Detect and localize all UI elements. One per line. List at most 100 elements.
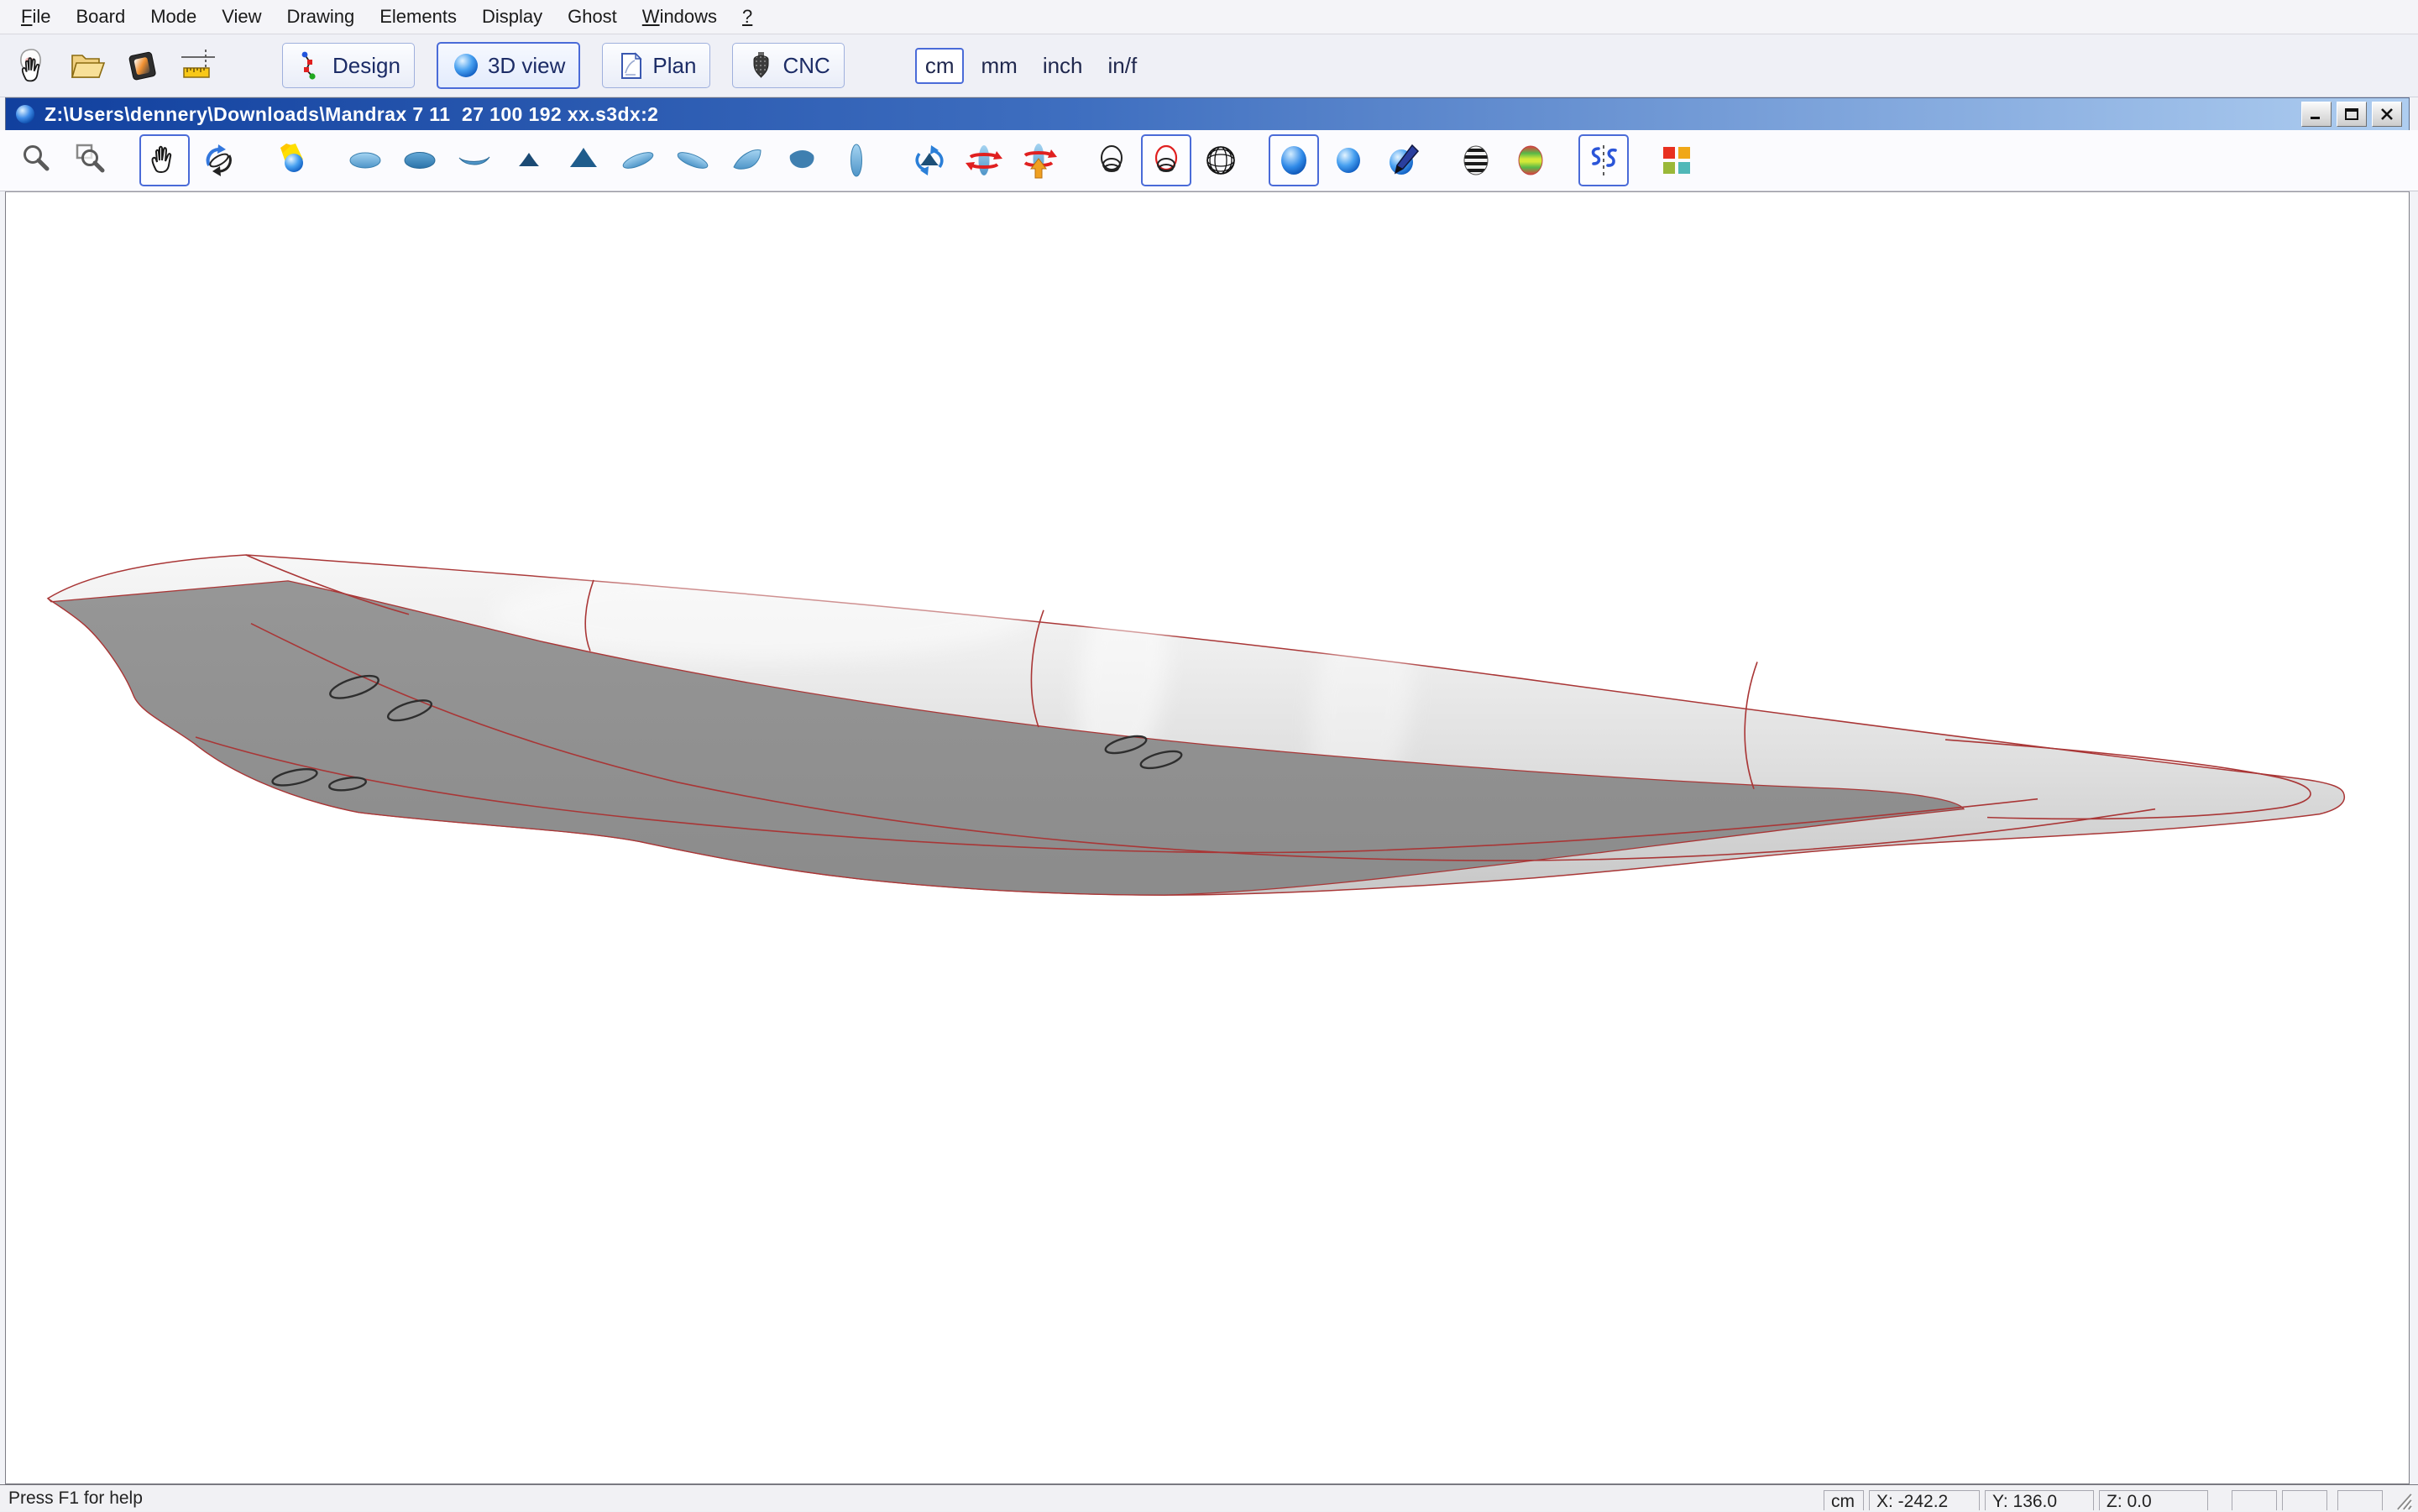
render-plain-icon <box>1330 142 1367 179</box>
view-perspective-left-icon <box>620 142 657 179</box>
mode-button-design[interactable]: Design <box>282 43 415 88</box>
mode-button-cnc[interactable]: CNC <box>732 43 845 88</box>
menu-item-mode[interactable]: Mode <box>138 3 209 31</box>
rotate-vertical-button[interactable] <box>904 134 955 186</box>
unit-selector-group: cm mm inch in/f <box>914 47 1146 84</box>
view-tail-small-icon <box>510 142 547 179</box>
rotate-longitudinal-button[interactable] <box>959 134 1009 186</box>
menu-item-elements[interactable]: Elements <box>367 3 469 31</box>
status-z-coordinate: Z: 0.0 <box>2099 1490 2208 1511</box>
render-texture-pencil-icon <box>1384 142 1421 179</box>
rotate-vertical-icon <box>911 142 948 179</box>
window-controls <box>2301 102 2402 127</box>
render-curvature-rainbow-icon <box>1512 142 1549 179</box>
flex-symmetry-button[interactable] <box>1578 134 1629 186</box>
open-folder-icon[interactable] <box>65 44 109 87</box>
view-bottom-icon <box>401 142 438 179</box>
color-squares-button[interactable] <box>1651 134 1702 186</box>
wireframe-slices-button[interactable] <box>1086 134 1137 186</box>
view-bottom-button[interactable] <box>395 134 445 186</box>
mode-button-label: 3D view <box>487 52 566 78</box>
view-rail-button[interactable] <box>449 134 500 186</box>
document-title: Z:\Users\dennery\Downloads\Mandrax 7 11 … <box>44 102 659 125</box>
unit-option-in-f[interactable]: in/f <box>1100 48 1146 84</box>
view-perspective-left-button[interactable] <box>613 134 663 186</box>
menu-item-file[interactable]: File <box>8 3 63 31</box>
minimize-icon <box>2311 117 2320 119</box>
unit-label: mm <box>981 52 1018 78</box>
view-nose-left-icon <box>729 142 766 179</box>
measurements-guidelines-icon[interactable] <box>176 44 220 87</box>
view-plan-vertical-button[interactable] <box>831 134 882 186</box>
menu-item-windows[interactable]: Windows <box>630 3 730 31</box>
view-nose-right-button[interactable] <box>777 134 827 186</box>
document-title-bar[interactable]: Z:\Users\dennery\Downloads\Mandrax 7 11 … <box>5 97 2410 130</box>
save-board-icon[interactable] <box>121 44 165 87</box>
unit-option-cm[interactable]: cm <box>914 47 965 84</box>
main-toolbar: Design 3D view Plan CNC cm mm inch in/f <box>0 34 2418 97</box>
render-texture-pencil-button[interactable] <box>1378 134 1428 186</box>
rotate-longitudinal-icon <box>966 142 1002 179</box>
zoom-window-button[interactable] <box>66 134 117 186</box>
shape3d-application-window: File Board Mode View Drawing Elements Display G… <box>0 0 2418 1511</box>
unit-option-inch[interactable]: inch <box>1034 48 1091 84</box>
view-toolbar <box>0 130 2418 191</box>
minimize-button[interactable] <box>2301 102 2332 127</box>
wireframe-slices-icon <box>1093 142 1130 179</box>
lighting-button[interactable] <box>267 134 317 186</box>
color-squares-icon <box>1658 142 1695 179</box>
menu-item-view[interactable]: View <box>209 3 274 31</box>
wireframe-slices-red-icon <box>1148 142 1185 179</box>
status-x-coordinate: X: -242.2 <box>1869 1490 1980 1511</box>
3d-viewport[interactable] <box>5 191 2410 1484</box>
zoom-button[interactable] <box>12 134 62 186</box>
status-unit: cm <box>1824 1490 1864 1511</box>
render-zebra-button[interactable] <box>1451 134 1501 186</box>
unit-label: cm <box>924 52 955 78</box>
mode-button-label: Plan <box>652 52 697 78</box>
render-shaded-icon <box>1275 142 1312 179</box>
maximize-button[interactable] <box>2337 102 2367 127</box>
mode-button-3d-view[interactable]: 3D view <box>436 42 581 89</box>
render-curvature-rainbow-button[interactable] <box>1505 134 1556 186</box>
render-plain-button[interactable] <box>1323 134 1374 186</box>
view-tail-small-button[interactable] <box>504 134 554 186</box>
cnc-bit-icon <box>746 51 775 80</box>
rotate-longitudinal-up-icon <box>1020 142 1057 179</box>
view-perspective-right-button[interactable] <box>667 134 718 186</box>
maximize-icon <box>2345 108 2358 120</box>
unit-option-mm[interactable]: mm <box>972 48 1025 84</box>
status-bar: Press F1 for help cm X: -242.2 Y: 136.0 … <box>0 1484 2418 1511</box>
zoom-window-icon <box>73 142 110 179</box>
menu-item-drawing[interactable]: Drawing <box>275 3 368 31</box>
new-board-hand-icon[interactable] <box>10 44 54 87</box>
pan-hand-button[interactable] <box>139 134 190 186</box>
status-help-text: Press F1 for help <box>8 1488 143 1508</box>
view-tail-big-icon <box>565 142 602 179</box>
wireframe-slices-red-button[interactable] <box>1141 134 1191 186</box>
status-y-coordinate: Y: 136.0 <box>1985 1490 2094 1511</box>
view-deck-icon <box>347 142 384 179</box>
surfboard-3d-render <box>46 554 2345 896</box>
view-deck-button[interactable] <box>340 134 390 186</box>
rotate-longitudinal-up-button[interactable] <box>1013 134 1064 186</box>
view-tail-big-button[interactable] <box>558 134 609 186</box>
menu-item-ghost[interactable]: Ghost <box>555 3 630 31</box>
mode-button-plan[interactable]: Plan <box>602 43 711 88</box>
status-empty-cell <box>2282 1490 2327 1510</box>
menu-bar: File Board Mode View Drawing Elements Display G… <box>0 0 2418 34</box>
mode-button-label: Design <box>332 52 400 78</box>
pan-hand-icon <box>146 142 183 179</box>
menu-item-display[interactable]: Display <box>469 3 555 31</box>
menu-item-board[interactable]: Board <box>63 3 138 31</box>
unit-label: inch <box>1042 52 1083 78</box>
unit-label: in/f <box>1107 52 1138 78</box>
wireframe-globe-button[interactable] <box>1196 134 1246 186</box>
view-nose-left-button[interactable] <box>722 134 772 186</box>
document-sphere-icon <box>16 105 34 123</box>
close-button[interactable] <box>2372 102 2402 127</box>
rotate-3d-button[interactable] <box>194 134 244 186</box>
menu-item-?[interactable]: ? <box>730 3 765 31</box>
render-shaded-button[interactable] <box>1269 134 1319 186</box>
resize-grip[interactable] <box>2391 1489 2415 1511</box>
